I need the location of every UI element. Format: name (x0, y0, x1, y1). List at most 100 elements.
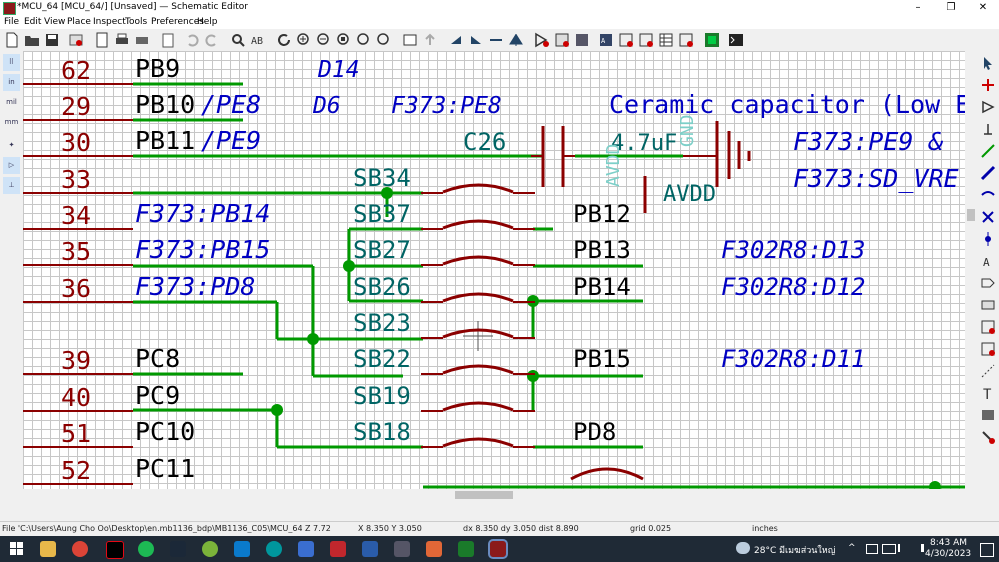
maximize-button[interactable]: ❐ (935, 0, 967, 15)
clock-time[interactable]: 8:43 AM (930, 538, 967, 548)
units-mils-icon[interactable]: mil (3, 94, 20, 111)
bom-icon[interactable] (658, 32, 674, 48)
rotate-cw-icon[interactable] (468, 32, 484, 48)
menu-tools[interactable]: Tools (125, 15, 147, 29)
cursor-crosshair-icon[interactable]: ✦ (3, 137, 20, 154)
matlab-icon[interactable] (426, 541, 442, 557)
arduino-icon[interactable] (266, 541, 282, 557)
vertical-scroll-thumb[interactable] (967, 209, 975, 221)
menu-view[interactable]: View (44, 15, 65, 29)
network-icon[interactable] (866, 544, 878, 554)
file-explorer-icon[interactable] (40, 541, 56, 557)
add-bus-icon[interactable] (980, 165, 996, 181)
delete-item-icon[interactable] (980, 429, 996, 445)
symbol-editor-icon[interactable] (534, 32, 550, 48)
wire-to-bus-icon[interactable] (980, 187, 996, 203)
print-icon[interactable] (114, 32, 130, 48)
page-settings-icon[interactable] (94, 32, 110, 48)
zoom-out-icon[interactable] (316, 32, 332, 48)
schematic-editor-taskbar-icon[interactable] (488, 539, 508, 559)
ide-icon[interactable] (298, 541, 314, 557)
menu-file[interactable]: File (4, 15, 19, 29)
vscode-icon[interactable] (234, 541, 250, 557)
tray-chevron-icon[interactable]: ^ (848, 543, 856, 553)
horizontal-scroll-thumb[interactable] (455, 491, 513, 499)
minimize-button[interactable]: – (902, 0, 934, 15)
import-sheet-pin-icon[interactable] (980, 341, 996, 357)
upwork-icon[interactable] (202, 541, 218, 557)
leave-sheet-icon[interactable] (422, 32, 438, 48)
start-icon[interactable] (10, 542, 24, 556)
menu-edit[interactable]: Edit (24, 15, 41, 29)
plot-icon[interactable] (134, 32, 150, 48)
menu-help[interactable]: Help (197, 15, 218, 29)
menu-place[interactable]: Place (67, 15, 91, 29)
add-wire-icon[interactable] (980, 143, 996, 159)
spotify-icon[interactable] (138, 541, 154, 557)
graphic-lines-icon[interactable] (980, 363, 996, 379)
hidden-pins-icon[interactable]: ▷ (3, 157, 20, 174)
undo-icon[interactable] (184, 32, 200, 48)
footprint-editor-icon[interactable] (574, 32, 590, 48)
rotate-ccw-icon[interactable] (448, 32, 464, 48)
assign-footprints-icon[interactable] (638, 32, 654, 48)
units-mm-icon[interactable]: mm (3, 114, 20, 131)
annotate-icon[interactable]: A (598, 32, 614, 48)
new-file-icon[interactable] (4, 32, 20, 48)
close-button[interactable]: ✕ (967, 0, 999, 15)
zoom-fit-icon[interactable] (336, 32, 352, 48)
add-power-icon[interactable] (980, 121, 996, 137)
chrome-icon[interactable] (72, 541, 88, 557)
add-image-icon[interactable] (980, 407, 996, 423)
weather-text[interactable]: 28°C มีเมฆส่วนใหญ่ (754, 543, 835, 557)
kicad-icon[interactable] (362, 541, 378, 557)
steam-icon[interactable] (170, 541, 186, 557)
gear-app-icon[interactable] (394, 541, 410, 557)
volume-icon[interactable] (913, 544, 924, 552)
schematic-canvas[interactable]: 62 29 30 33 34 35 36 39 40 51 52 PB9 PB10 PB11 PC8 PC9 P… (23, 51, 969, 489)
find-icon[interactable] (230, 32, 246, 48)
battery-icon[interactable] (882, 544, 896, 554)
mirror-vertical-icon[interactable] (488, 32, 504, 48)
horizontal-scrollbar[interactable] (23, 489, 969, 501)
symbol-browser-icon[interactable] (554, 32, 570, 48)
paste-icon[interactable] (160, 32, 176, 48)
select-icon[interactable] (980, 55, 996, 71)
units-inches-icon[interactable]: in (3, 74, 20, 91)
mirror-horizontal-icon[interactable] (508, 32, 524, 48)
refresh-icon[interactable] (276, 32, 292, 48)
highlight-net-icon[interactable] (980, 77, 996, 93)
open-pcb-icon[interactable] (704, 32, 720, 48)
netflix-icon[interactable] (106, 541, 124, 559)
net-label-icon[interactable]: A (980, 253, 996, 269)
redo-icon[interactable] (204, 32, 220, 48)
junction-icon[interactable] (980, 231, 996, 247)
weather-icon[interactable] (736, 542, 750, 554)
menu-inspect[interactable]: Inspect (93, 15, 126, 29)
find-replace-icon[interactable]: AB (250, 32, 266, 48)
schematic-drawing[interactable]: 62 29 30 33 34 35 36 39 40 51 52 PB9 PB10 PB11 PC8 PC9 P… (23, 51, 969, 489)
hier-label-icon[interactable] (980, 297, 996, 313)
global-label-icon[interactable] (980, 275, 996, 291)
notifications-icon[interactable] (980, 543, 994, 557)
zoom-objects-icon[interactable] (356, 32, 372, 48)
zoom-selection-icon[interactable] (376, 32, 392, 48)
pcb-editor-icon[interactable] (458, 541, 474, 557)
clock-date[interactable]: 4/30/2023 (925, 549, 971, 559)
menu-preferences[interactable]: Preferences (151, 15, 204, 29)
open-folder-icon[interactable] (24, 32, 40, 48)
netlist-icon[interactable] (678, 32, 694, 48)
scripting-console-icon[interactable] (728, 32, 744, 48)
add-text-icon[interactable]: T (980, 385, 996, 401)
hierarchy-navigator-icon[interactable] (402, 32, 418, 48)
add-symbol-icon[interactable] (980, 99, 996, 115)
wire-45-icon[interactable]: ⊥ (3, 177, 20, 194)
erc-icon[interactable] (618, 32, 634, 48)
no-connect-icon[interactable] (980, 209, 996, 225)
zoom-in-icon[interactable] (296, 32, 312, 48)
grid-toggle-icon[interactable]: ⠿ (3, 54, 20, 71)
wifi-icon[interactable] (898, 544, 910, 552)
save-icon[interactable] (44, 32, 60, 48)
stm32-icon[interactable] (330, 541, 346, 557)
hier-sheet-icon[interactable] (980, 319, 996, 335)
